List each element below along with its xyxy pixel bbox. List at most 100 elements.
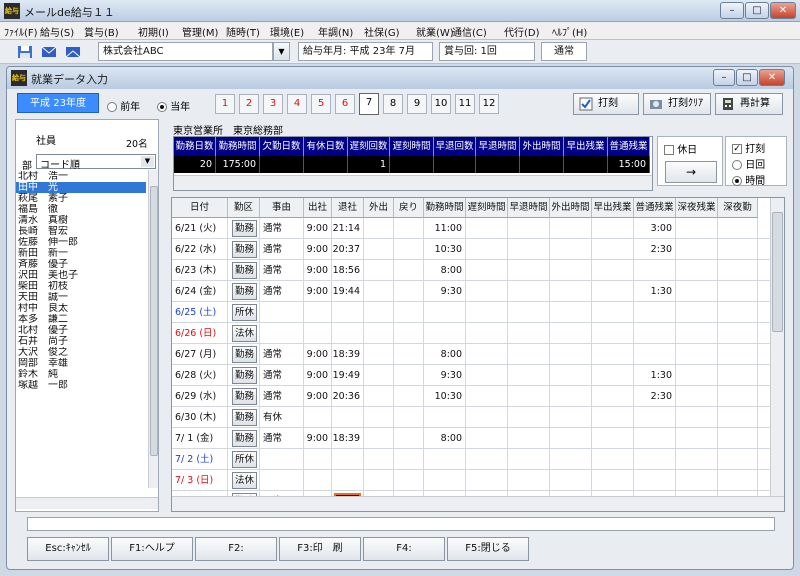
empty-cell[interactable] [550, 323, 592, 344]
grid-header[interactable]: 普通残業 [634, 198, 676, 218]
grid-header[interactable]: 深夜勤 [718, 198, 758, 218]
empty-cell[interactable] [364, 302, 394, 323]
empty-cell[interactable] [550, 407, 592, 428]
employee-item[interactable]: 萩尾 素子 [16, 193, 146, 204]
out-cell[interactable]: 20:36 [332, 386, 364, 407]
work-cell[interactable]: 8:00 [424, 344, 466, 365]
empty-cell[interactable] [394, 302, 424, 323]
empty-cell[interactable] [676, 239, 718, 260]
date-cell[interactable]: 6/22 (水) [172, 239, 228, 260]
grid-vscrollbar[interactable] [770, 198, 784, 496]
work-kind-cell[interactable]: 勤務 [228, 344, 260, 365]
empty-cell[interactable] [718, 281, 758, 302]
empty-cell[interactable] [718, 302, 758, 323]
in-cell[interactable]: 9:00 [304, 281, 332, 302]
employee-item[interactable]: 長崎 智宏 [16, 226, 146, 237]
work-kind-button[interactable]: 法休 [231, 472, 257, 489]
empty-cell[interactable] [394, 407, 424, 428]
empty-cell[interactable] [466, 449, 508, 470]
empty-cell[interactable] [550, 302, 592, 323]
month-button-3[interactable]: 3 [263, 94, 283, 114]
work-kind-cell[interactable]: 所休 [228, 449, 260, 470]
prev-year-radio[interactable]: 前年 [107, 98, 140, 113]
month-button-9[interactable]: 9 [407, 94, 427, 114]
ot-cell[interactable] [634, 344, 676, 365]
work-cell[interactable]: 9:30 [424, 281, 466, 302]
work-kind-cell[interactable]: 勤務 [228, 281, 260, 302]
empty-cell[interactable] [508, 281, 550, 302]
empty-cell[interactable] [676, 428, 718, 449]
empty-cell[interactable] [718, 365, 758, 386]
work-kind-button[interactable]: 勤務 [231, 430, 257, 447]
grid-header[interactable]: 出社 [304, 198, 332, 218]
menu-item[interactable]: 通信(C) [452, 24, 487, 39]
fkey-button[interactable]: F3:印 刷 [279, 537, 361, 561]
menu-item[interactable]: 管理(M) [182, 24, 218, 39]
empty-cell[interactable] [508, 449, 550, 470]
out-cell[interactable] [332, 407, 364, 428]
empty-cell[interactable] [394, 428, 424, 449]
empty-cell[interactable] [676, 365, 718, 386]
empty-cell[interactable] [364, 470, 394, 491]
empty-cell[interactable] [394, 260, 424, 281]
empty-cell[interactable] [592, 344, 634, 365]
grid-header[interactable]: 勤務時間 [424, 198, 466, 218]
fkey-button[interactable]: Esc:ｷｬﾝｾﾙ [27, 537, 109, 561]
empty-cell[interactable] [550, 344, 592, 365]
empty-cell[interactable] [676, 344, 718, 365]
work-kind-cell[interactable]: 勤務 [228, 428, 260, 449]
sort-dropdown-icon[interactable]: ▼ [141, 156, 154, 167]
empty-cell[interactable] [676, 281, 718, 302]
fkey-button[interactable]: F2: [195, 537, 277, 561]
out-cell[interactable]: 18:39 [332, 428, 364, 449]
work-kind-cell[interactable]: 勤務 [228, 260, 260, 281]
month-button-2[interactable]: 2 [239, 94, 259, 114]
month-button-11[interactable]: 11 [455, 94, 475, 114]
grid-header[interactable]: 戻り [394, 198, 424, 218]
empty-cell[interactable] [550, 218, 592, 239]
empty-cell[interactable] [394, 470, 424, 491]
grid-header[interactable]: 深夜残業 [676, 198, 718, 218]
empty-cell[interactable] [718, 449, 758, 470]
work-kind-button[interactable]: 所休 [231, 304, 257, 321]
empty-cell[interactable] [466, 323, 508, 344]
grid-header[interactable]: 遅刻時間 [466, 198, 508, 218]
empty-cell[interactable] [592, 449, 634, 470]
empty-cell[interactable] [676, 449, 718, 470]
out-cell[interactable]: 21:14 [332, 218, 364, 239]
out-cell[interactable] [332, 449, 364, 470]
in-cell[interactable] [304, 449, 332, 470]
empty-cell[interactable] [550, 428, 592, 449]
empty-cell[interactable] [364, 407, 394, 428]
empty-cell[interactable] [592, 323, 634, 344]
in-cell[interactable]: 9:00 [304, 239, 332, 260]
empty-cell[interactable] [466, 407, 508, 428]
empty-cell[interactable] [364, 344, 394, 365]
in-cell[interactable]: 9:00 [304, 365, 332, 386]
empty-cell[interactable] [676, 218, 718, 239]
out-cell[interactable] [332, 302, 364, 323]
stamp-check-icon[interactable]: ✓ [732, 144, 742, 154]
work-cell[interactable]: 10:30 [424, 239, 466, 260]
employee-scrollbar[interactable] [148, 170, 158, 488]
in-cell[interactable]: 9:00 [304, 428, 332, 449]
empty-cell[interactable] [508, 470, 550, 491]
employee-item[interactable]: 本多 謙二 [16, 314, 146, 325]
company-field[interactable]: 株式会社ABC [98, 42, 273, 61]
mail-send-icon[interactable] [40, 43, 58, 60]
empty-cell[interactable] [676, 386, 718, 407]
time-radio-icon[interactable] [732, 176, 742, 186]
ot-cell[interactable] [634, 449, 676, 470]
empty-cell[interactable] [508, 218, 550, 239]
ot-cell[interactable]: 3:00 [634, 218, 676, 239]
date-cell[interactable]: 7/ 1 (金) [172, 428, 228, 449]
current-year-radio-icon[interactable] [157, 102, 167, 112]
empty-cell[interactable] [718, 470, 758, 491]
menu-item[interactable]: 年調(N) [318, 24, 353, 39]
grid-header[interactable]: 日付 [172, 198, 228, 218]
employee-item[interactable]: 佐藤 伸一郎 [16, 237, 146, 248]
ot-cell[interactable]: 2:30 [634, 239, 676, 260]
month-button-10[interactable]: 10 [431, 94, 451, 114]
work-kind-button[interactable]: 勤務 [231, 409, 257, 426]
work-kind-cell[interactable]: 勤務 [228, 239, 260, 260]
